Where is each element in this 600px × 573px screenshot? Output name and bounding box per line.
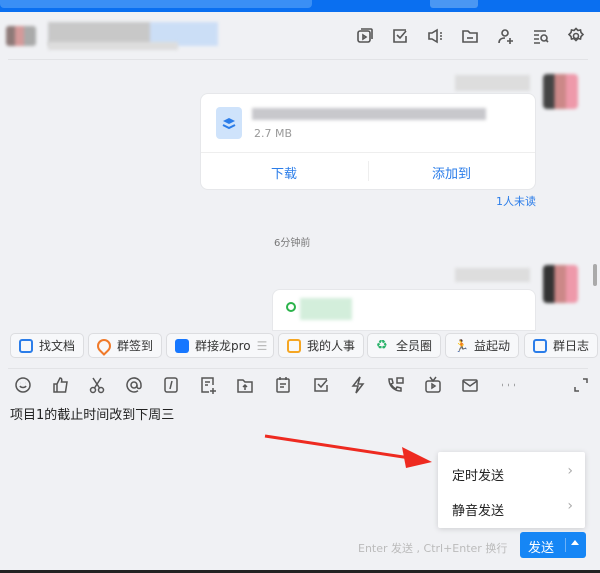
location-pin-icon <box>94 335 114 356</box>
app-link-icon <box>286 302 296 312</box>
search-history-icon[interactable] <box>532 27 550 45</box>
folder-icon[interactable] <box>461 27 479 45</box>
mention-icon[interactable] <box>125 376 143 394</box>
announcement-icon[interactable] <box>426 27 444 45</box>
send-button-group: 发送 <box>520 532 586 558</box>
sender-avatar <box>543 265 578 303</box>
time-divider: 6分钟前 <box>274 238 311 249</box>
add-member-icon[interactable] <box>497 27 515 45</box>
file-name <box>252 108 486 120</box>
recycle-icon: ♻ <box>376 337 388 353</box>
emoji-icon[interactable] <box>14 376 32 394</box>
runner-icon: 🏃 <box>454 338 469 353</box>
quick-app-find-doc[interactable]: 找文档 <box>10 333 85 358</box>
hr-icon <box>287 338 301 353</box>
file-type-icon <box>216 107 242 139</box>
more-icon[interactable] <box>499 376 517 394</box>
mail-icon[interactable] <box>461 376 479 394</box>
task-check-icon[interactable] <box>391 27 409 45</box>
title-bar <box>0 0 600 12</box>
message-input[interactable]: 项目1的截止时间改到下周三 <box>10 404 590 423</box>
settings-gear-icon[interactable] <box>567 27 585 45</box>
file-size: 2.7 MB <box>254 127 293 140</box>
quick-app-log[interactable]: 群日志 <box>524 333 599 358</box>
menu-item-silent-send[interactable]: 静音发送 › <box>438 490 585 528</box>
slash-command-icon[interactable] <box>162 376 180 394</box>
lightning-icon[interactable] <box>349 376 367 394</box>
sender-name <box>455 75 530 91</box>
new-doc-icon[interactable] <box>199 376 217 394</box>
calendar-icon[interactable] <box>274 376 292 394</box>
thumbs-up-icon[interactable] <box>52 376 70 394</box>
quick-app-solitaire[interactable]: 群接龙pro ☰ <box>166 333 275 358</box>
sender-name <box>455 268 530 282</box>
send-options-caret-icon[interactable] <box>571 540 579 545</box>
solitaire-app-icon <box>175 338 189 353</box>
quick-app-checkin[interactable]: 群签到 <box>88 333 163 358</box>
live-tv-icon[interactable] <box>424 376 442 394</box>
download-button[interactable]: 下载 <box>271 167 297 182</box>
read-status[interactable]: 1人未读 <box>496 193 536 209</box>
send-button[interactable]: 发送 <box>528 537 554 556</box>
quick-app-hr[interactable]: 我的人事 <box>278 333 365 358</box>
menu-item-scheduled-send[interactable]: 定时发送 › <box>438 452 585 490</box>
screen-share-icon[interactable] <box>356 27 374 45</box>
scrollbar[interactable] <box>593 264 597 286</box>
sender-avatar <box>543 74 578 109</box>
send-options-menu: 定时发送 › 静音发送 › <box>438 452 585 528</box>
phone-call-icon[interactable] <box>386 376 404 394</box>
log-icon <box>533 338 547 353</box>
send-shortcut-hint: Enter 发送 , Ctrl+Enter 换行 <box>358 542 508 555</box>
quick-app-exercise[interactable]: 🏃 益起动 <box>445 333 520 358</box>
upload-file-icon[interactable] <box>236 376 254 394</box>
expand-icon[interactable] <box>572 376 590 394</box>
drag-handle-icon[interactable]: ☰ <box>257 339 268 353</box>
chat-avatar <box>6 26 36 46</box>
annotation-arrow <box>264 434 432 468</box>
scissors-icon[interactable] <box>88 376 106 394</box>
chevron-right-icon: › <box>567 463 573 479</box>
todo-check-icon[interactable] <box>312 376 330 394</box>
chevron-right-icon: › <box>567 498 573 514</box>
add-to-button[interactable]: 添加到 <box>432 167 471 182</box>
quick-app-moments[interactable]: ♻ 全员圈 <box>367 333 442 358</box>
find-doc-icon <box>19 338 33 353</box>
